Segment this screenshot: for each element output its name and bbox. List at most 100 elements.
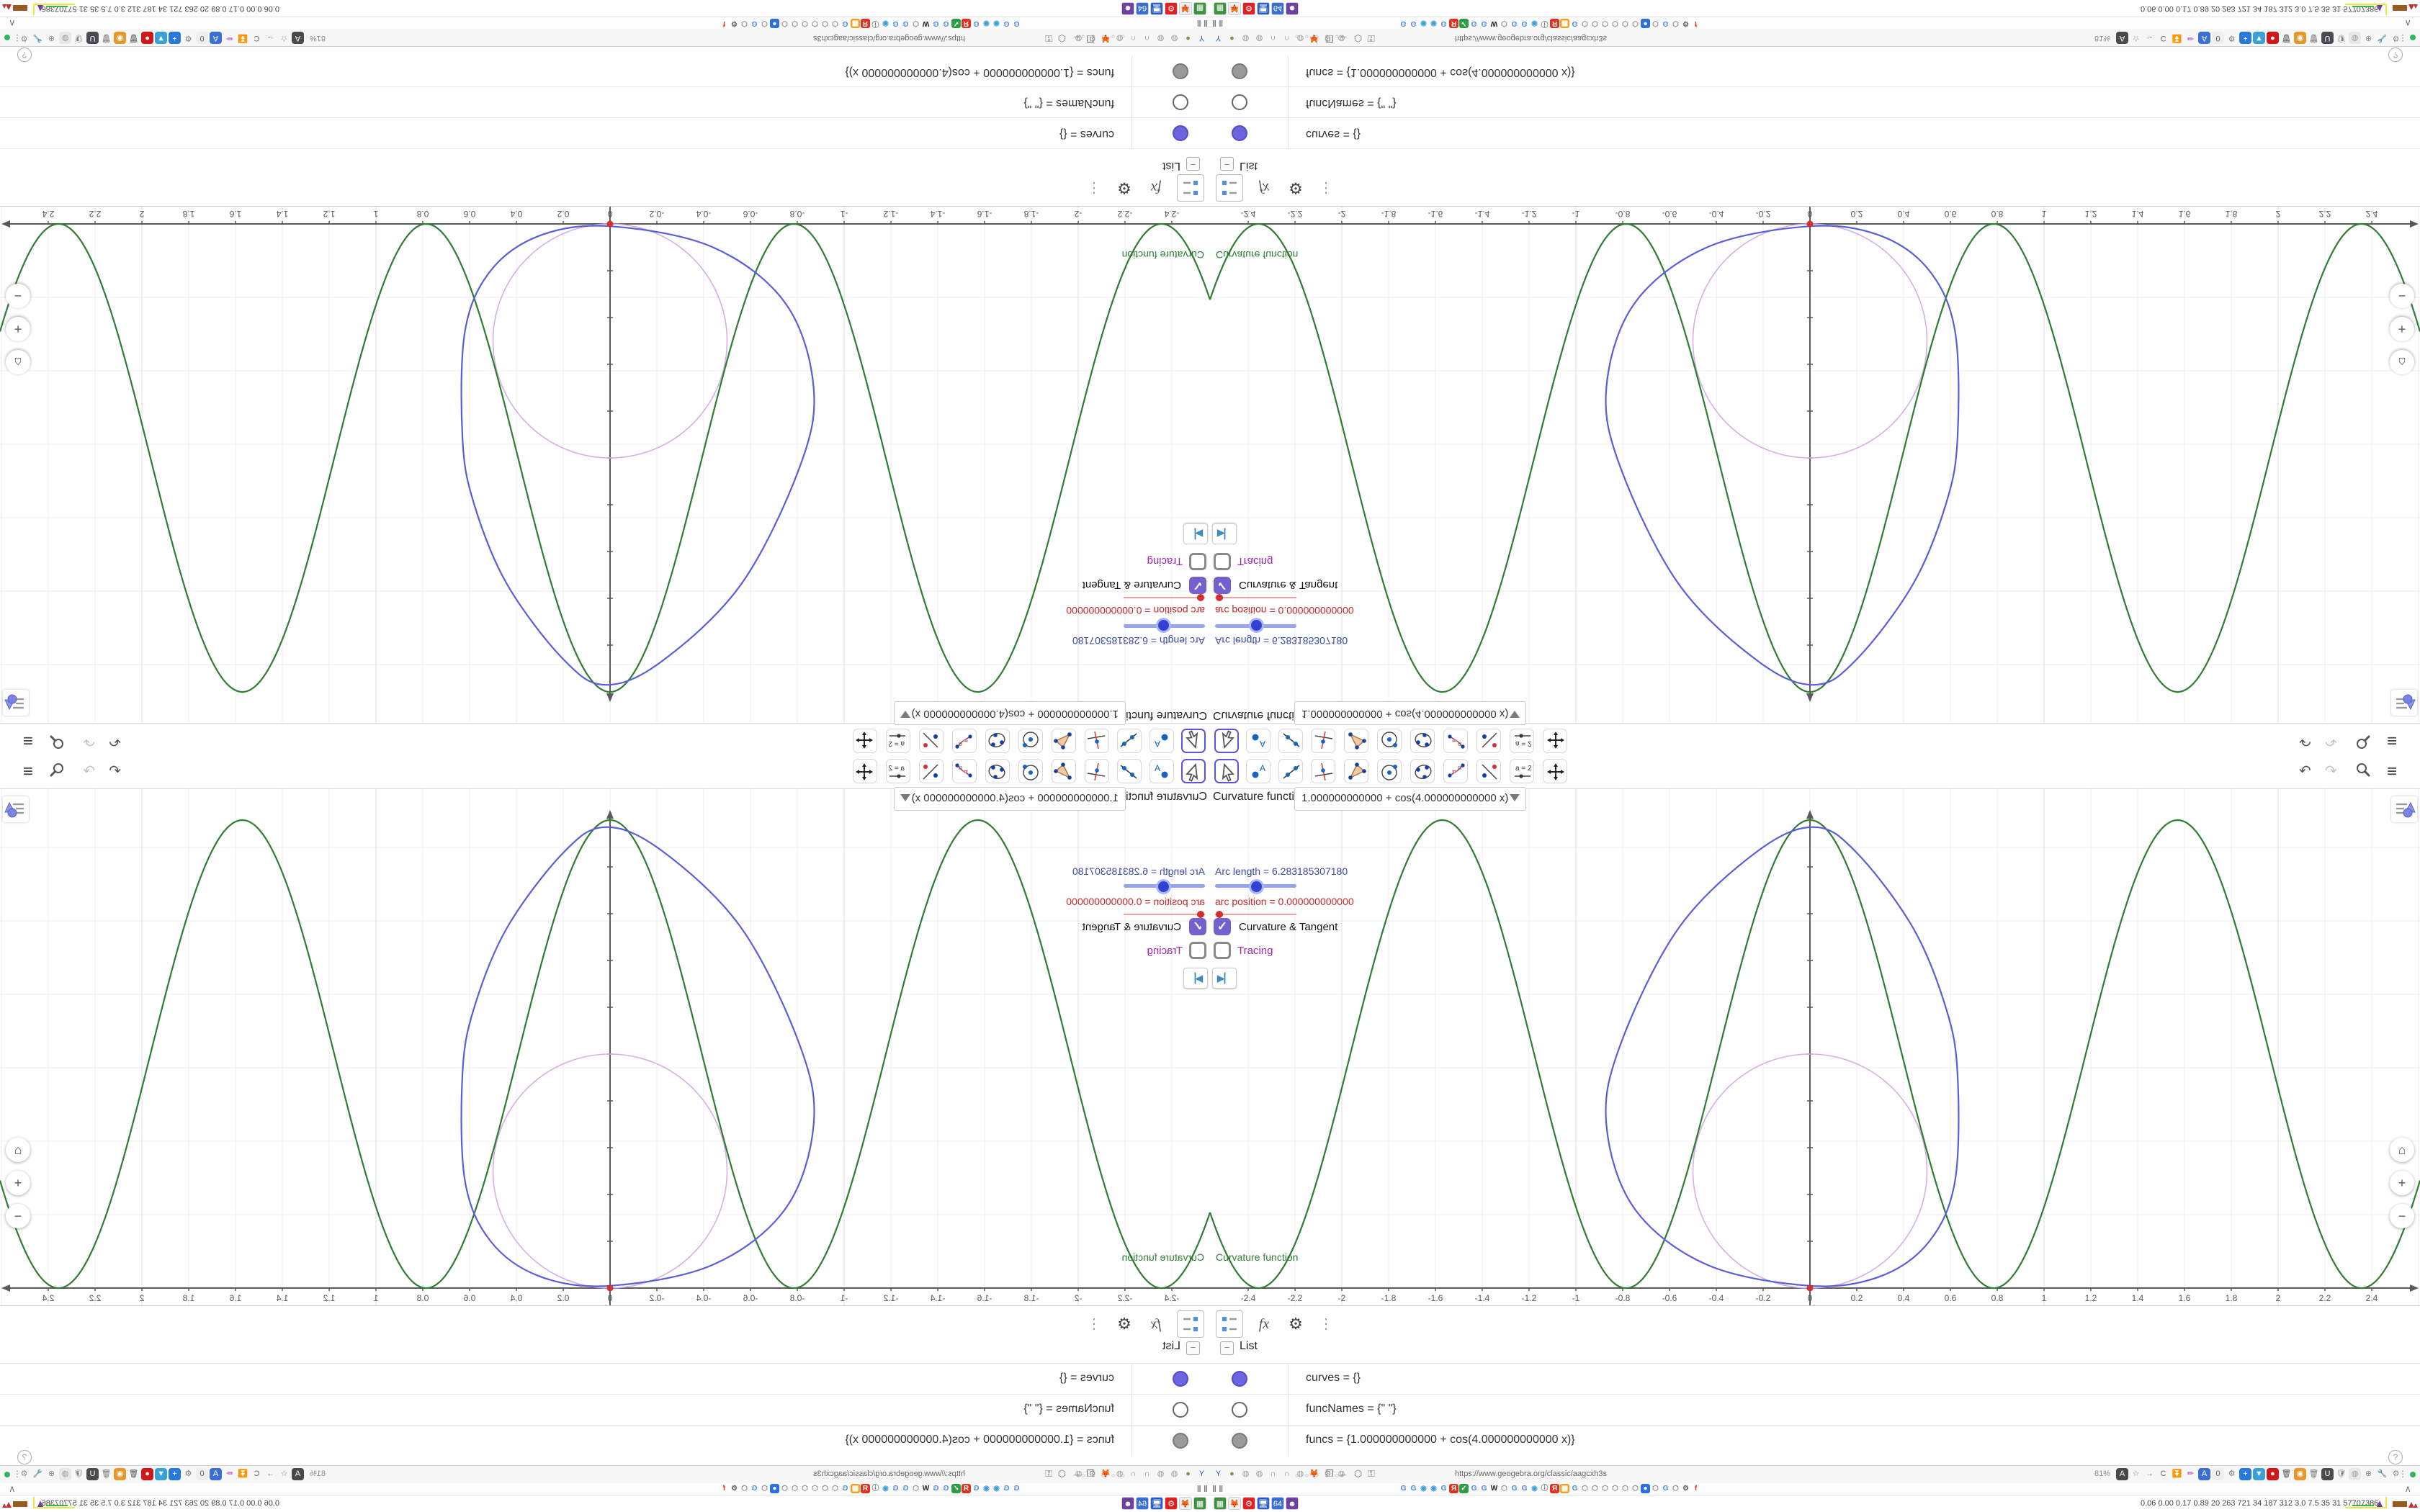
visibility-toggle-funcNames[interactable] [1232, 94, 1247, 110]
extension-icon[interactable]: → [2143, 1468, 2156, 1480]
browser-tool-icon[interactable]: ∩ [1141, 32, 1153, 44]
home-button[interactable]: ⌂ [6, 1138, 30, 1162]
reflect-about-line-tool[interactable] [1476, 729, 1501, 753]
extension-icon[interactable]: ● [141, 1468, 153, 1480]
undo-button[interactable]: ↶ [2299, 732, 2311, 750]
curve-from-curvature[interactable] [460, 826, 815, 1287]
favicon[interactable]: ⬡ [760, 1484, 769, 1493]
list-group-row[interactable]: − List [0, 1333, 1210, 1363]
menu-icon[interactable]: ≡ [2387, 730, 2397, 750]
algebra-row-funcs[interactable]: funcs = {1.000000000000 + cos(4.00000000… [1210, 50, 2420, 87]
favicon[interactable]: ⬡ [1651, 19, 1660, 28]
favicon[interactable]: Я [1449, 19, 1458, 28]
arc-position-point[interactable] [606, 1284, 614, 1292]
visibility-toggle-funcs[interactable] [1232, 63, 1247, 79]
reflect-about-line-tool[interactable] [919, 759, 944, 783]
extension-icon[interactable]: ▼ [155, 32, 167, 44]
visibility-toggle-curves[interactable] [1173, 125, 1188, 141]
algebra-row-curves[interactable]: curves = {} [1210, 1363, 2420, 1395]
url-bar[interactable]: https://www.geogebra.org/classic/aagcxh3… [813, 34, 965, 42]
favicon[interactable]: ⬡ [1610, 19, 1620, 28]
extension-icon[interactable]: ⊕ [2362, 32, 2375, 44]
taskbar-app-icon[interactable]: ▦ [1214, 2, 1227, 15]
favicon[interactable]: ▦ [1560, 19, 1569, 28]
favicon[interactable]: ⬡ [790, 19, 799, 28]
taskbar-app-icon[interactable]: ⚙ [1242, 2, 1255, 15]
extension-icon[interactable]: ⏬ [2171, 32, 2183, 44]
chevron-up-icon[interactable]: ∧ [9, 17, 16, 29]
move-graphics-view-tool[interactable] [853, 759, 877, 783]
favicon[interactable]: G [1012, 1484, 1021, 1493]
algebra-row-funcs[interactable]: funcs = {1.000000000000 + cos(4.00000000… [0, 50, 1210, 87]
taskbar-app-icon[interactable]: ☻ [1286, 2, 1299, 15]
extension-icon[interactable]: ⊕ [2362, 1468, 2375, 1480]
favicon[interactable]: G [972, 1484, 981, 1493]
visibility-toggle-funcs[interactable] [1173, 1433, 1188, 1449]
favicon[interactable]: ⬡ [810, 19, 820, 28]
algebra-row-funcs[interactable]: funcs = {1.000000000000 + cos(4.00000000… [0, 1425, 1210, 1462]
extension-icon[interactable]: A [210, 1468, 222, 1480]
favicon[interactable]: ⬡ [1500, 19, 1509, 28]
browser-tool-icon[interactable]: ∩ [1127, 1468, 1139, 1480]
conic-through-points-tool[interactable] [1410, 729, 1435, 753]
algebra-row-curves[interactable]: curves = {} [1210, 117, 2420, 149]
point-tool[interactable]: A [1246, 729, 1270, 753]
curvature-tangent-checkbox[interactable]: ✓ [1189, 577, 1206, 594]
zoom-in-button[interactable]: + [2390, 317, 2414, 341]
favicon[interactable]: ◉ [982, 1484, 991, 1493]
function-dropdown[interactable]: 1.000000000000 + cos(4.000000000000 x) [894, 701, 1126, 725]
overflow-menu-icon[interactable]: ⋮ [2398, 1469, 2407, 1479]
slider-tool[interactable]: a = 2 [1510, 759, 1534, 783]
taskbar-app-icon[interactable]: 64 [1271, 1497, 1284, 1510]
reflect-about-line-tool[interactable] [919, 729, 944, 753]
slider-tool[interactable]: a = 2 [886, 759, 910, 783]
favicon[interactable]: ⬡ [810, 1484, 820, 1493]
tracing-checkbox[interactable] [1214, 942, 1231, 959]
extension-icon[interactable]: → [264, 32, 277, 44]
pause-icon[interactable]: ‖ ‖ [1197, 18, 1208, 28]
redo-button[interactable]: ↷ [2325, 732, 2337, 750]
taskbar-app-icon[interactable]: 64 [1271, 2, 1284, 15]
function-dropdown[interactable]: 1.000000000000 + cos(4.000000000000 x) [1294, 701, 1526, 725]
favicon[interactable]: ✓ [1459, 19, 1469, 28]
browser-tool-icon[interactable]: ◍ [1253, 1468, 1265, 1480]
favicon[interactable]: ⬡ [830, 1484, 840, 1493]
arc-position-point[interactable] [1806, 1284, 1814, 1292]
browser-tool-icon[interactable]: Y [1196, 32, 1208, 44]
function-dropdown[interactable]: 1.000000000000 + cos(4.000000000000 x) [894, 787, 1126, 811]
extension-icon[interactable]: ⊕ [45, 1468, 58, 1480]
favicon[interactable]: ◉ [1429, 19, 1438, 28]
favicon[interactable]: G [1409, 19, 1418, 28]
extension-icon[interactable]: A [2116, 32, 2128, 44]
favicon[interactable]: G [1661, 1484, 1670, 1493]
skip-to-end-button[interactable]: ▶▏ [1212, 523, 1237, 544]
browser-tool-icon[interactable]: ◍ [1240, 32, 1252, 44]
search-icon[interactable] [2355, 730, 2371, 750]
url-bar[interactable]: https://www.geogebra.org/classic/aagcxh3… [1455, 34, 1607, 42]
graphics-view[interactable]: -2.4 -2.2 -2 -1.8 -1.6 -1.4 -1.2 -1 -0.8 -0.6 -0.4… [1210, 207, 2420, 724]
browser-tool-icon[interactable]: ∩ [1127, 32, 1139, 44]
extension-icon[interactable]: ● [2267, 32, 2279, 44]
favicon[interactable]: ◉ [881, 1484, 890, 1493]
move-graphics-view-tool[interactable] [1543, 729, 1567, 753]
circle-with-center-tool[interactable] [1018, 759, 1043, 783]
extension-icon[interactable]: A [2198, 1468, 2210, 1480]
polygon-tool[interactable] [1052, 729, 1076, 753]
taskbar-app-icon[interactable]: ⚙ [1165, 1497, 1178, 1510]
help-icon[interactable]: ? [17, 1450, 32, 1464]
extension-icon[interactable]: ✏ [2184, 1468, 2197, 1480]
favicon[interactable]: ⬡ [1590, 1484, 1600, 1493]
point-tool[interactable]: A [1246, 759, 1270, 783]
help-icon[interactable]: ? [2388, 1450, 2403, 1464]
favicon[interactable]: ⬡ [1631, 1484, 1640, 1493]
line-tool[interactable] [1117, 759, 1142, 783]
zoom-in-button[interactable]: + [6, 317, 30, 341]
favicon[interactable]: G [1399, 19, 1408, 28]
extension-icon[interactable]: 🗑 [100, 1468, 112, 1480]
arc-position-slider-knob[interactable] [1216, 911, 1223, 918]
extension-icon[interactable]: ⏬ [2171, 1468, 2183, 1480]
browser-tool-icon[interactable]: ◍ [1240, 1468, 1252, 1480]
visibility-toggle-funcNames[interactable] [1173, 1402, 1188, 1418]
favicon[interactable]: Я [962, 1484, 971, 1493]
extension-icon[interactable]: 0 [196, 32, 208, 44]
